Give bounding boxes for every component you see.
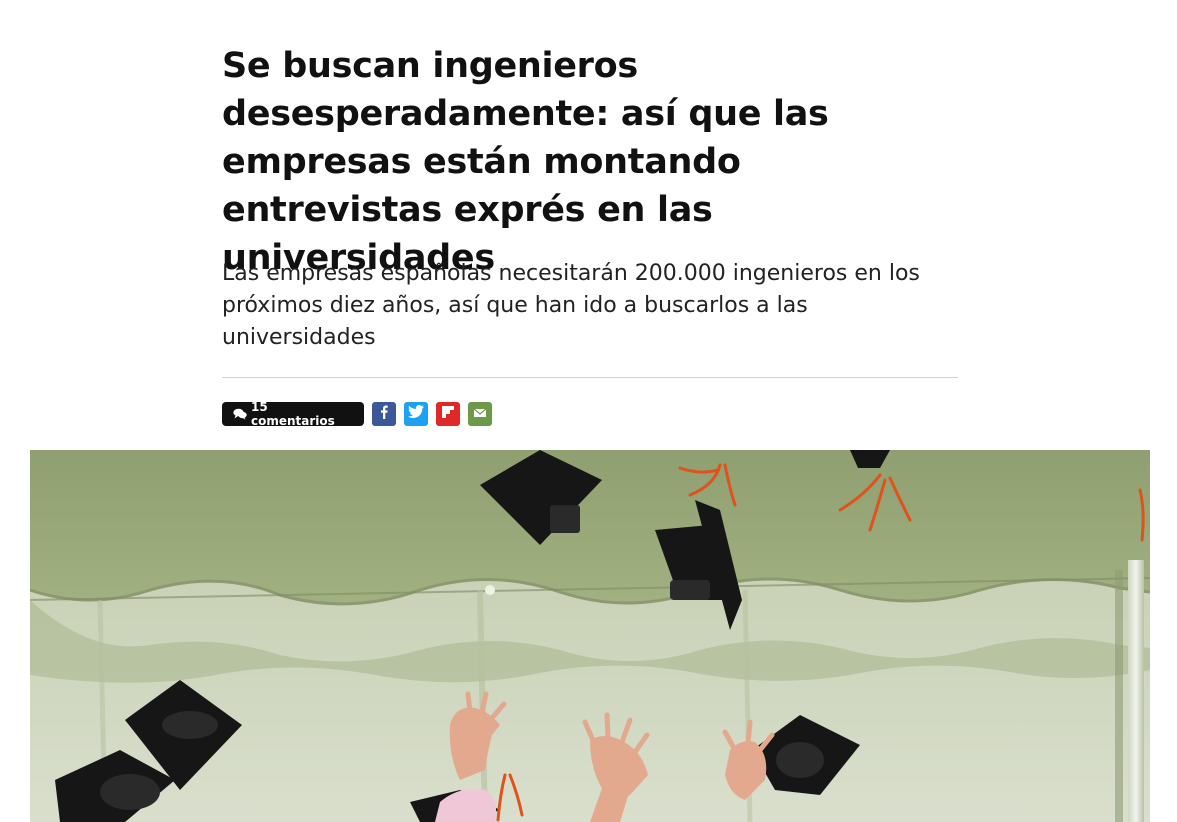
facebook-icon bbox=[379, 405, 389, 424]
article-subtitle: Las empresas españolas necesitarán 200.0… bbox=[222, 261, 920, 350]
meta-bar: 15 comentarios bbox=[222, 400, 492, 428]
article-headline: Se buscan ingenieros desesperadamente: a… bbox=[222, 46, 829, 278]
email-icon bbox=[473, 405, 487, 423]
hero-image bbox=[30, 450, 1150, 822]
comments-count: 15 comentarios bbox=[251, 400, 335, 428]
twitter-icon bbox=[408, 405, 424, 423]
share-email-button[interactable] bbox=[468, 402, 492, 426]
share-twitter-button[interactable] bbox=[404, 402, 428, 426]
comments-icon bbox=[233, 408, 247, 420]
graduation-caps-photo bbox=[30, 450, 1150, 822]
article: Se buscan ingenieros desesperadamente: a… bbox=[0, 0, 1177, 822]
comments-button[interactable]: 15 comentarios bbox=[222, 400, 364, 428]
share-flipboard-button[interactable] bbox=[436, 402, 460, 426]
flipboard-icon bbox=[442, 405, 454, 423]
divider bbox=[222, 377, 958, 378]
share-facebook-button[interactable] bbox=[372, 402, 396, 426]
